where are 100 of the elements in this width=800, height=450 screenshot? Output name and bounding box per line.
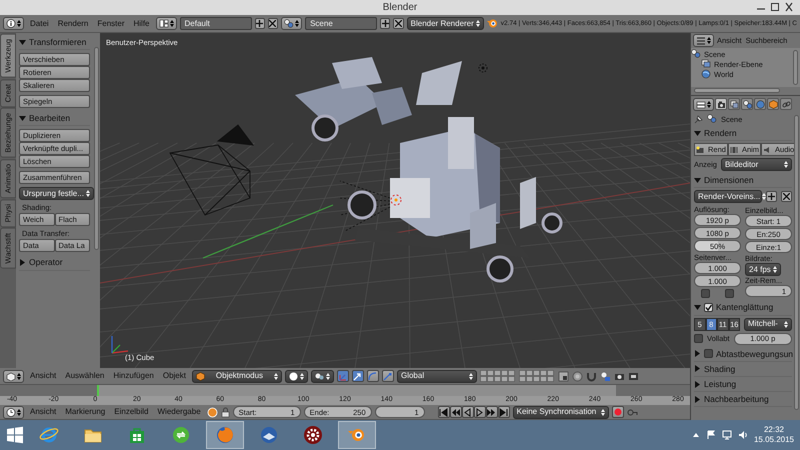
scrollbar[interactable] [793,50,798,85]
menu-item[interactable]: Fenster [94,18,128,28]
scrollbar[interactable] [694,88,780,93]
remove-button[interactable] [781,191,792,202]
scrollbar[interactable] [94,47,99,250]
flag-icon[interactable] [706,430,716,440]
sync-dropdown[interactable]: Keine Synchronisation [512,406,609,418]
panel-header[interactable]: Shading [694,362,792,377]
layout-field[interactable]: Default [180,17,252,30]
sphere-icon [288,372,298,380]
axes-gizmo-icon [111,336,128,354]
network-icon[interactable] [722,430,732,440]
panel-header[interactable]: Kantenglättung [694,300,792,316]
panel-header[interactable]: Dimensionen [694,173,792,188]
editor-type-button[interactable] [156,17,177,30]
menu-item[interactable]: Hinzufügen [110,371,157,381]
windows-logo-icon[interactable] [6,426,24,444]
checkbox[interactable] [694,334,703,344]
framerate-dropdown[interactable]: 24 fps [745,263,781,276]
updown-arrows-icon [300,372,304,380]
magnet-icon[interactable] [586,370,597,382]
pivot-dropdown[interactable] [310,370,334,382]
manipulator-toggle[interactable] [366,370,379,382]
menu-item[interactable]: Einzelbild [111,407,152,417]
gear-icon [303,425,323,445]
checkbox[interactable] [704,302,713,312]
keying-icon[interactable] [206,406,218,418]
menu-item[interactable]: Ansicht [27,407,60,417]
panel-header[interactable]: Nachbearbeitung [694,392,792,408]
checkbox[interactable] [701,289,710,298]
panel-header[interactable]: Bearbeiten [19,111,90,126]
remove-button[interactable] [268,18,278,29]
jump-to-end-button[interactable] [498,406,510,418]
menu-item[interactable]: Hilfe [130,18,153,28]
editor-type-button[interactable] [3,370,24,382]
mode-dropdown[interactable]: Objektmodus [192,370,282,382]
properties-tab[interactable] [728,98,740,110]
manipulator-toggle[interactable] [336,370,349,382]
add-button[interactable] [254,18,265,29]
menu-item[interactable]: Datei [27,18,52,28]
shading-dropdown[interactable] [284,370,308,382]
checkbox[interactable] [724,289,734,298]
play-reverse-button[interactable] [462,406,474,418]
panel-header[interactable]: Operator [19,255,90,271]
remove-button[interactable] [393,18,404,29]
target-circle-icon[interactable] [572,370,583,382]
add-button[interactable] [766,191,777,202]
editor-type-button[interactable] [693,34,714,47]
up-arrow-icon[interactable] [692,431,700,439]
editor-type-button[interactable] [693,98,714,110]
render-engine-dropdown[interactable]: Blender Renderer [406,17,484,30]
play-reverse-icon [463,408,472,416]
scene-field[interactable]: Scene [305,17,378,30]
updown-arrows-icon [772,265,777,274]
lock-icon[interactable] [220,406,230,418]
skip-forward-icon [499,408,508,416]
orientation-dropdown[interactable]: Global [396,370,477,382]
speaker-icon[interactable] [738,430,748,440]
maximize-icon[interactable] [768,2,782,12]
record-dot-icon [614,408,622,416]
menu-item[interactable]: Auswählen [62,371,108,381]
current-frame-marker[interactable] [97,385,100,396]
layer-grid-icon[interactable] [480,370,516,382]
editor-type-button[interactable] [3,17,24,30]
display-dropdown[interactable]: Bildeditor [720,158,792,172]
manipulator-toggle[interactable] [382,370,394,382]
menu-item[interactable]: Markierung [62,407,108,417]
editor-type-button[interactable] [281,17,302,30]
checkbox[interactable] [704,349,713,358]
menu-item[interactable]: Objekt [160,371,189,381]
updown-arrows-icon [784,320,788,329]
scrollbar[interactable] [794,115,799,410]
panel-header[interactable]: Transformieren [19,35,90,50]
properties-tab[interactable] [715,98,727,110]
layer-grid-icon[interactable] [518,370,555,382]
record-button[interactable] [612,406,624,418]
film-icon[interactable] [628,370,639,382]
add-button[interactable] [380,18,390,29]
dropdown[interactable]: Ursprung festle... [19,187,94,200]
clock-time[interactable]: 22:32 [754,425,794,435]
info-icon [6,19,16,28]
key-icon[interactable] [626,406,638,418]
menu-item[interactable]: Wiedergabe [154,407,204,417]
pin-icon[interactable] [694,114,703,124]
mesh-lock-icon[interactable] [558,370,569,382]
play-button[interactable] [474,406,486,418]
jump-to-start-button[interactable] [438,406,450,418]
updown-arrows-icon [476,19,480,28]
panel-header[interactable]: Leistung [694,376,792,392]
panel-header[interactable]: Rendern [694,126,792,142]
editor-type-button[interactable] [3,406,24,418]
filter-dropdown[interactable]: Mitchell- [744,318,792,331]
snap-target-icon[interactable] [600,370,611,382]
clock-date[interactable]: 15.05.2015 [754,435,794,445]
orbit-logo-icon [486,18,498,29]
menu-item[interactable]: Ansicht [27,371,60,381]
menu-item[interactable]: Rendern [54,18,92,28]
panel-header[interactable]: Abtastbewegungsun [694,346,792,362]
properties-tab[interactable] [741,98,753,110]
manipulator-toggle[interactable] [352,370,364,382]
